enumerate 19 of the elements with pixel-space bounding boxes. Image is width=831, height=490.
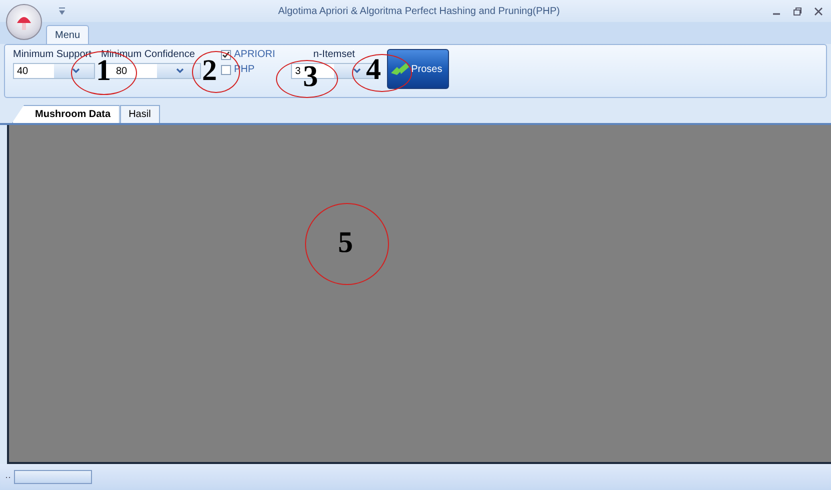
ribbon-tab[interactable]: Menu [46,25,90,44]
annotation-circle [276,60,338,98]
window-title: Algotima Apriori & Algoritma Perfect Hashing and Pruning(PHP) [277,6,561,16]
annotation-number: 5 [338,228,353,258]
close-icon[interactable] [814,6,823,16]
option-label: APRIORI [234,49,276,60]
proses-button[interactable]: Proses [387,49,450,89]
checkbox[interactable] [221,64,231,74]
app-logo-icon[interactable] [6,4,42,40]
quick-access-dropdown-icon[interactable] [58,7,66,15]
restore-icon[interactable] [793,6,802,16]
tab[interactable]: Mushroom Data [12,105,120,123]
tab[interactable]: Hasil [120,105,160,123]
annotation-number: 2 [202,56,217,86]
field-label: n-Itemset [313,49,355,60]
arrows-icon [391,63,410,75]
support-combo[interactable]: 40 [13,63,95,79]
scrollbar-thumb[interactable] [14,470,92,484]
checkbox[interactable] [221,50,231,60]
